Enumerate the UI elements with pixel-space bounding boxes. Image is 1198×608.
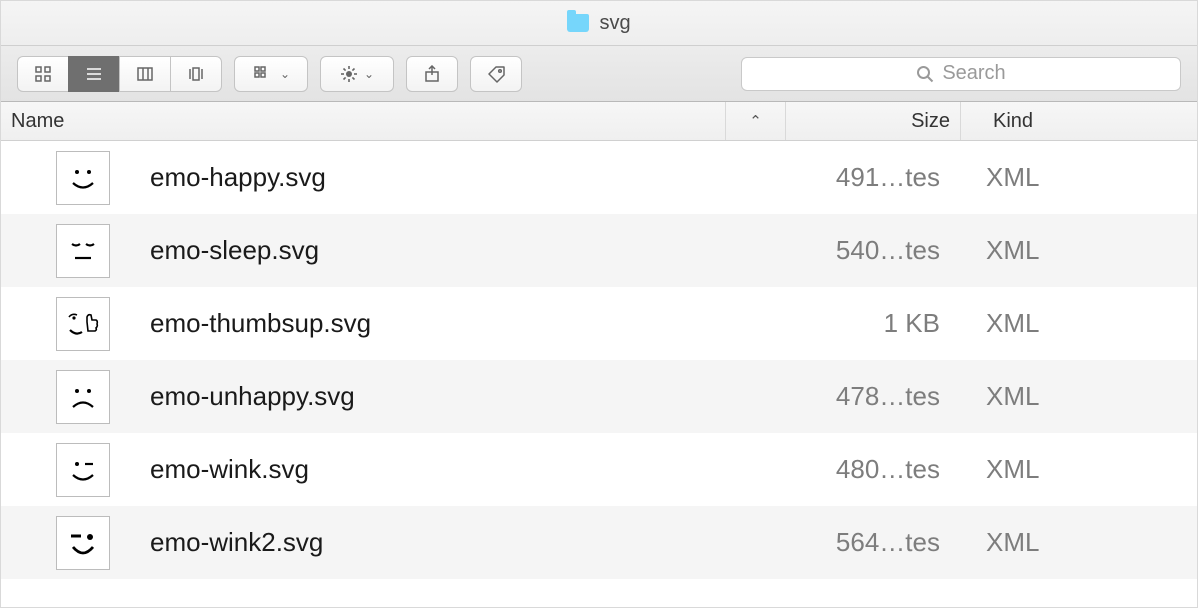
file-size: 478…tes xyxy=(750,381,954,412)
file-kind: XML xyxy=(954,454,1197,485)
column-view-button[interactable] xyxy=(119,56,170,92)
file-thumbnail xyxy=(56,224,110,278)
file-row[interactable]: emo-wink.svg 480…tesXML xyxy=(1,433,1197,506)
file-name: emo-wink2.svg xyxy=(150,527,710,558)
file-name: emo-wink.svg xyxy=(150,454,710,485)
file-size: 480…tes xyxy=(750,454,954,485)
file-size: 491…tes xyxy=(750,162,954,193)
gallery-view-button[interactable] xyxy=(170,56,222,92)
tags-button[interactable] xyxy=(470,56,522,92)
file-size: 1 KB xyxy=(750,308,954,339)
chevron-down-icon: ⌄ xyxy=(280,67,290,81)
file-row[interactable]: emo-unhappy.svg 478…tesXML xyxy=(1,360,1197,433)
file-size: 564…tes xyxy=(750,527,954,558)
file-name: emo-thumbsup.svg xyxy=(150,308,710,339)
column-size[interactable]: Size xyxy=(786,102,961,140)
file-thumbnail xyxy=(56,443,110,497)
column-kind-label: Kind xyxy=(993,110,1033,133)
titlebar: svg xyxy=(1,1,1197,46)
file-kind: XML xyxy=(954,162,1197,193)
file-row[interactable]: emo-wink2.svg 564…tesXML xyxy=(1,506,1197,579)
folder-icon xyxy=(567,14,589,32)
file-thumbnail xyxy=(56,516,110,570)
search-input[interactable] xyxy=(741,57,1181,91)
icon-view-button[interactable] xyxy=(17,56,68,92)
search-field[interactable]: Search xyxy=(741,57,1181,91)
file-size: 540…tes xyxy=(750,235,954,266)
file-kind: XML xyxy=(954,381,1197,412)
file-kind: XML xyxy=(954,308,1197,339)
file-name: emo-happy.svg xyxy=(150,162,710,193)
file-row[interactable]: emo-thumbsup.svg 1 KBXML xyxy=(1,287,1197,360)
file-row[interactable]: emo-happy.svg 491…tesXML xyxy=(1,141,1197,214)
view-mode-group xyxy=(17,56,222,92)
window-title: svg xyxy=(599,12,630,35)
column-name[interactable]: Name xyxy=(1,102,726,140)
group-by-button[interactable]: ⌄ xyxy=(234,56,308,92)
column-name-label: Name xyxy=(11,110,64,133)
list-view-button[interactable] xyxy=(68,56,119,92)
file-thumbnail xyxy=(56,370,110,424)
file-list: emo-happy.svg491…tesXMLemo-sleep.svg540…… xyxy=(1,141,1197,579)
column-header: Name ⌃ Size Kind xyxy=(1,102,1197,141)
file-name: emo-sleep.svg xyxy=(150,235,710,266)
file-thumbnail xyxy=(56,297,110,351)
chevron-down-icon: ⌄ xyxy=(364,67,374,81)
file-kind: XML xyxy=(954,235,1197,266)
file-kind: XML xyxy=(954,527,1197,558)
column-sort-indicator[interactable]: ⌃ xyxy=(726,102,786,140)
column-kind[interactable]: Kind xyxy=(961,102,1197,140)
file-name: emo-unhappy.svg xyxy=(150,381,710,412)
sort-caret-icon: ⌃ xyxy=(749,112,762,130)
share-button[interactable] xyxy=(406,56,458,92)
file-row[interactable]: emo-sleep.svg 540…tesXML xyxy=(1,214,1197,287)
toolbar: ⌄ ⌄ Search xyxy=(1,46,1197,102)
file-thumbnail xyxy=(56,151,110,205)
column-size-label: Size xyxy=(911,110,950,133)
action-menu-button[interactable]: ⌄ xyxy=(320,56,394,92)
